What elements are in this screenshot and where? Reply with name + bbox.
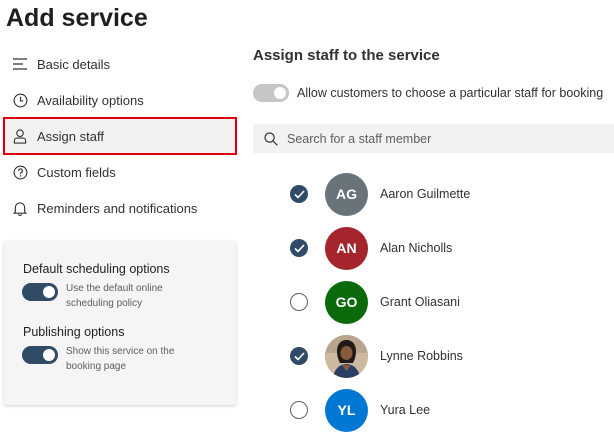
nav-item-custom-fields[interactable]: Custom fields [4,154,236,190]
publishing-heading: Publishing options [23,325,125,339]
page-title: Add service [6,4,148,32]
avatar: GO [325,280,368,324]
staff-row[interactable]: AG Aaron Guilmette [290,167,610,221]
staff-checkbox[interactable] [290,401,308,419]
staff-name: Lynne Robbins [380,349,463,363]
nav-item-label: Basic details [37,56,110,72]
lines-icon [12,56,28,72]
publishing-toggle[interactable] [22,346,58,364]
question-icon [12,164,28,180]
search-icon [264,131,278,146]
nav-item-label: Assign staff [37,128,104,144]
staff-row[interactable]: AN Alan Nicholls [290,221,610,275]
bell-icon [12,200,28,216]
person-photo-icon [325,334,368,378]
nav-item-label: Custom fields [37,164,116,180]
nav-item-availability-options[interactable]: Availability options [4,82,236,118]
publishing-description: Show this service on the booking page [66,346,175,372]
staff-name: Alan Nicholls [380,241,453,255]
nav-item-label: Reminders and notifications [37,200,198,216]
avatar-initials: GO [335,294,358,310]
checkmark-icon [293,189,305,199]
nav-item-label: Availability options [37,92,144,108]
default-scheduling-row: Use the default online scheduling policy [22,281,196,311]
staff-search-input[interactable] [285,130,589,147]
staff-checkbox[interactable] [290,239,308,257]
person-icon [12,128,28,144]
staff-row[interactable]: YL Yura Lee [290,383,610,437]
clock-icon [12,92,28,108]
staff-checkbox[interactable] [290,293,308,311]
options-card: Default scheduling options Use the defau… [4,241,236,405]
staff-checkbox[interactable] [290,185,308,203]
default-scheduling-description: Use the default online scheduling policy [66,283,163,309]
avatar-initials: YL [337,402,356,418]
staff-search-box [253,124,614,153]
staff-name: Aaron Guilmette [380,187,471,201]
staff-row[interactable]: GO Grant Oliasani [290,275,610,329]
avatar: AN [325,226,368,270]
default-scheduling-heading: Default scheduling options [23,262,170,276]
left-nav: Basic details Availability options Assig… [3,46,237,226]
staff-name: Grant Oliasani [380,295,460,309]
nav-item-assign-staff[interactable]: Assign staff [3,117,237,155]
staff-name: Yura Lee [380,403,431,417]
avatar: AG [325,172,368,216]
staff-row[interactable]: Lynne Robbins [290,329,610,383]
allow-staff-choice-row: Allow customers to choose a particular s… [253,84,603,102]
avatar: YL [325,388,368,432]
avatar-initials: AN [336,240,357,256]
section-title: Assign staff to the service [253,47,440,64]
default-scheduling-toggle[interactable] [22,283,58,301]
allow-staff-choice-toggle[interactable] [253,84,289,102]
staff-list: AG Aaron Guilmette AN Alan Nicholls GO G… [290,167,610,437]
nav-item-basic-details[interactable]: Basic details [4,46,236,82]
publishing-row: Show this service on the booking page [22,344,196,374]
checkmark-icon [293,351,305,361]
checkmark-icon [293,243,305,253]
nav-item-reminders[interactable]: Reminders and notifications [4,190,236,226]
staff-checkbox[interactable] [290,347,308,365]
avatar-photo [325,334,368,378]
avatar-initials: AG [336,186,357,202]
allow-staff-choice-label: Allow customers to choose a particular s… [297,86,604,100]
